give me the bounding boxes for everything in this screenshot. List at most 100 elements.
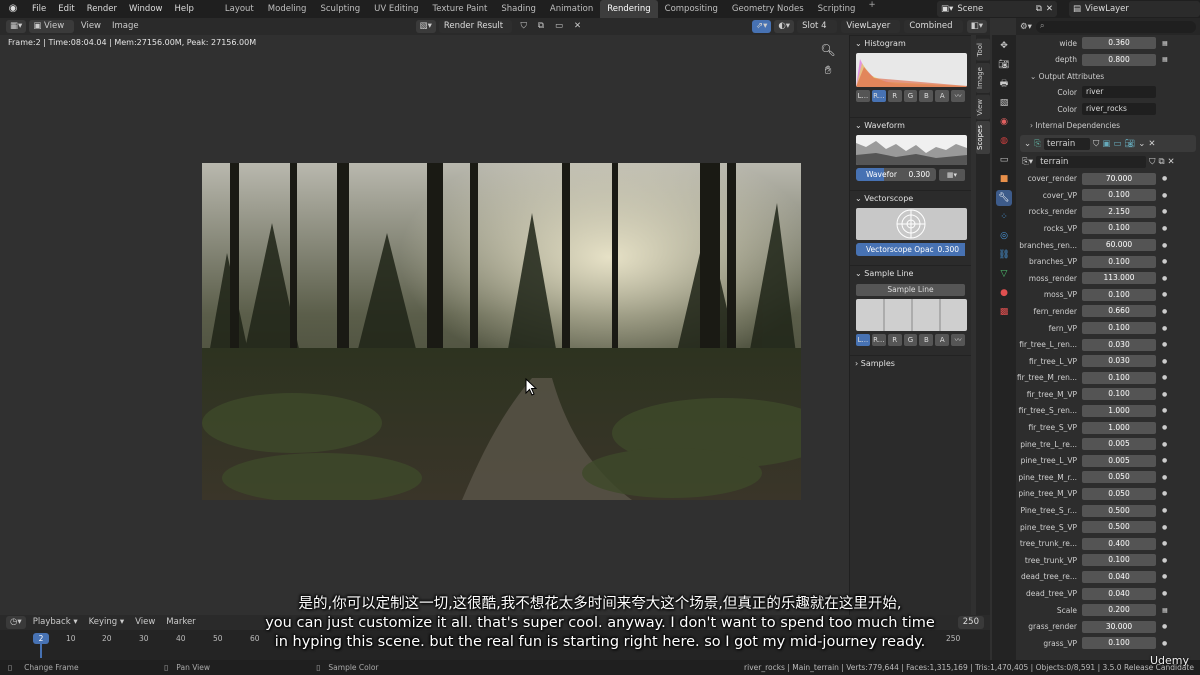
attribute-toggle-icon[interactable]: ● xyxy=(1162,258,1167,265)
histogram-channel-luma[interactable]: L... xyxy=(856,90,870,102)
modifier-input-field[interactable]: 113.000 xyxy=(1082,272,1156,285)
node-group-field[interactable]: terrain xyxy=(1036,156,1147,169)
tab-uv-editing[interactable]: UV Editing xyxy=(367,0,425,18)
menu-file[interactable]: File xyxy=(26,0,52,18)
attribute-toggle-icon[interactable]: ● xyxy=(1162,474,1167,481)
collection-properties-icon[interactable]: ▭ xyxy=(996,152,1012,168)
material-properties-icon[interactable]: ● xyxy=(996,285,1012,301)
attribute-toggle-icon[interactable]: ● xyxy=(1162,524,1167,531)
output-color-river-rocks-field[interactable]: river_rocks xyxy=(1082,103,1156,116)
tab-scopes[interactable]: Scopes xyxy=(976,121,990,155)
modifier-input-field[interactable]: 0.005 xyxy=(1082,454,1156,467)
editor-options-icon[interactable]: ◧▾ xyxy=(966,20,988,33)
sample-line-channel-r[interactable]: R xyxy=(887,334,902,346)
tab-compositing[interactable]: Compositing xyxy=(658,0,725,18)
open-image-icon[interactable]: ▭ xyxy=(551,20,567,33)
modifier-input-field[interactable]: 0.050 xyxy=(1082,487,1156,500)
attribute-toggle-icon[interactable]: ● xyxy=(1162,623,1167,630)
modifier-input-field[interactable]: 30.000 xyxy=(1082,620,1156,633)
filter-icon[interactable]: ⛉ xyxy=(1093,139,1099,149)
attribute-toggle-icon[interactable]: ● xyxy=(1162,590,1167,597)
histogram-channel-rgb[interactable]: R... xyxy=(871,90,886,102)
modifier-input-field[interactable]: 0.040 xyxy=(1082,570,1156,583)
waveform-graph[interactable] xyxy=(856,135,967,165)
sample-line-channel-rgb[interactable]: R... xyxy=(871,334,886,346)
modifier-input-field[interactable]: 0.100 xyxy=(1082,255,1156,268)
fake-user-shield-icon[interactable]: ⛉ xyxy=(516,20,530,33)
image-browse-icon[interactable]: ▧▾ xyxy=(415,20,436,33)
current-frame-indicator[interactable]: 2 xyxy=(33,633,49,644)
vectorscope-graph[interactable] xyxy=(856,208,967,240)
remove-modifier-icon[interactable]: ✕ xyxy=(1148,139,1155,149)
attribute-toggle-icon[interactable]: ● xyxy=(1162,573,1167,580)
new-image-icon[interactable]: ⧉ xyxy=(534,20,548,33)
attribute-toggle-icon[interactable]: ● xyxy=(1162,507,1167,514)
attribute-toggle-icon[interactable]: ● xyxy=(1162,557,1167,564)
sample-line-curve-icon[interactable]: 〰 xyxy=(951,334,966,346)
view-layer-selector[interactable]: ▤ ViewLayer xyxy=(1069,1,1200,17)
menu-edit[interactable]: Edit xyxy=(52,0,80,18)
histogram-channel-g[interactable]: G xyxy=(903,90,918,102)
attribute-toggle-icon[interactable]: ● xyxy=(1162,358,1167,365)
render-properties-icon[interactable]: 📷︎ xyxy=(996,57,1012,73)
histogram-header[interactable]: ⌄ Histogram xyxy=(850,35,971,51)
modifier-input-field[interactable]: 0.200 xyxy=(1082,604,1156,617)
modifier-input-field[interactable]: 0.100 xyxy=(1082,554,1156,567)
view-mode-dropdown[interactable]: ▣ View ▾ xyxy=(29,20,74,44)
prop-wide-field[interactable]: 0.360 xyxy=(1082,37,1156,50)
modifier-input-field[interactable]: 0.660 xyxy=(1082,305,1156,318)
internal-dependencies-header[interactable]: › Internal Dependencies xyxy=(1016,117,1200,133)
tool-settings-icon[interactable]: ✥ xyxy=(996,38,1012,54)
modifier-input-field[interactable]: 0.100 xyxy=(1082,371,1156,384)
waveform-mode-icon[interactable]: ▦▾ xyxy=(939,168,965,181)
tab-animation[interactable]: Animation xyxy=(543,0,600,18)
tab-rendering[interactable]: Rendering xyxy=(600,0,658,18)
attribute-toggle-icon[interactable]: ● xyxy=(1162,441,1167,448)
chevron-down-icon[interactable]: ⌄ xyxy=(1024,139,1031,149)
viewport-display-icon[interactable]: ▭ xyxy=(1113,139,1121,149)
modifier-input-field[interactable]: 1.000 xyxy=(1082,404,1156,417)
tab-modeling[interactable]: Modeling xyxy=(261,0,314,18)
node-tree-browse-icon[interactable]: ⎘▾ xyxy=(1022,157,1033,167)
attribute-toggle-icon[interactable]: ● xyxy=(1162,175,1167,182)
modifier-input-field[interactable]: 0.040 xyxy=(1082,587,1156,600)
properties-search-input[interactable]: ⌕ xyxy=(1035,20,1196,33)
menu-window[interactable]: Window xyxy=(123,0,169,18)
modifier-input-field[interactable]: 0.100 xyxy=(1082,222,1156,235)
menu-render[interactable]: Render xyxy=(81,0,123,18)
output-attributes-header[interactable]: ⌄ Output Attributes xyxy=(1016,68,1200,84)
scene-properties-icon[interactable]: ◉ xyxy=(996,114,1012,130)
fake-user-shield-icon[interactable]: ⛉ xyxy=(1149,157,1155,167)
attribute-toggle-icon[interactable]: ● xyxy=(1162,275,1167,282)
image-name-field[interactable]: Render Result xyxy=(438,20,513,33)
tab-geometry-nodes[interactable]: Geometry Nodes xyxy=(725,0,811,18)
add-workspace-icon[interactable]: + xyxy=(862,0,881,18)
tab-shading[interactable]: Shading xyxy=(494,0,543,18)
modifier-input-field[interactable]: 0.100 xyxy=(1082,637,1156,650)
view-layer-name[interactable]: ViewLayer xyxy=(1085,4,1196,14)
sample-line-button[interactable]: Sample Line xyxy=(856,284,965,296)
sample-line-header[interactable]: ⌄ Sample Line xyxy=(850,265,971,281)
object-properties-icon[interactable]: ■ xyxy=(996,171,1012,187)
display-channels-icon[interactable]: ◐▾ xyxy=(774,20,795,33)
pan-hand-icon[interactable]: ✋︎ xyxy=(819,61,837,79)
sample-line-channel-g[interactable]: G xyxy=(903,334,918,346)
texture-properties-icon[interactable]: ▩ xyxy=(996,304,1012,320)
render-result-image[interactable] xyxy=(202,163,801,500)
attribute-toggle-icon[interactable]: ● xyxy=(1162,540,1167,547)
histogram-channel-a[interactable]: A xyxy=(935,90,950,102)
vectorscope-opacity-slider[interactable]: Vectorscope Opac 0.300 xyxy=(856,243,965,256)
modifier-options-icon[interactable]: ⌄ xyxy=(1138,139,1145,149)
menu-playback[interactable]: Playback ▾ xyxy=(29,616,82,629)
attribute-toggle-icon[interactable]: ● xyxy=(1162,374,1167,381)
histogram-channel-b[interactable]: B xyxy=(919,90,934,102)
sample-line-graph[interactable] xyxy=(856,299,967,331)
modifier-input-field[interactable]: 0.100 xyxy=(1082,288,1156,301)
output-properties-icon[interactable]: 🖶︎ xyxy=(996,76,1012,92)
modifier-input-field[interactable]: 70.000 xyxy=(1082,172,1156,185)
modifier-input-field[interactable]: 60.000 xyxy=(1082,239,1156,252)
vectorscope-header[interactable]: ⌄ Vectorscope xyxy=(850,190,971,206)
attribute-toggle-icon[interactable]: ● xyxy=(1162,192,1167,199)
constraints-properties-icon[interactable]: ⛓ xyxy=(996,247,1012,263)
sample-line-channel-a[interactable]: A xyxy=(935,334,950,346)
